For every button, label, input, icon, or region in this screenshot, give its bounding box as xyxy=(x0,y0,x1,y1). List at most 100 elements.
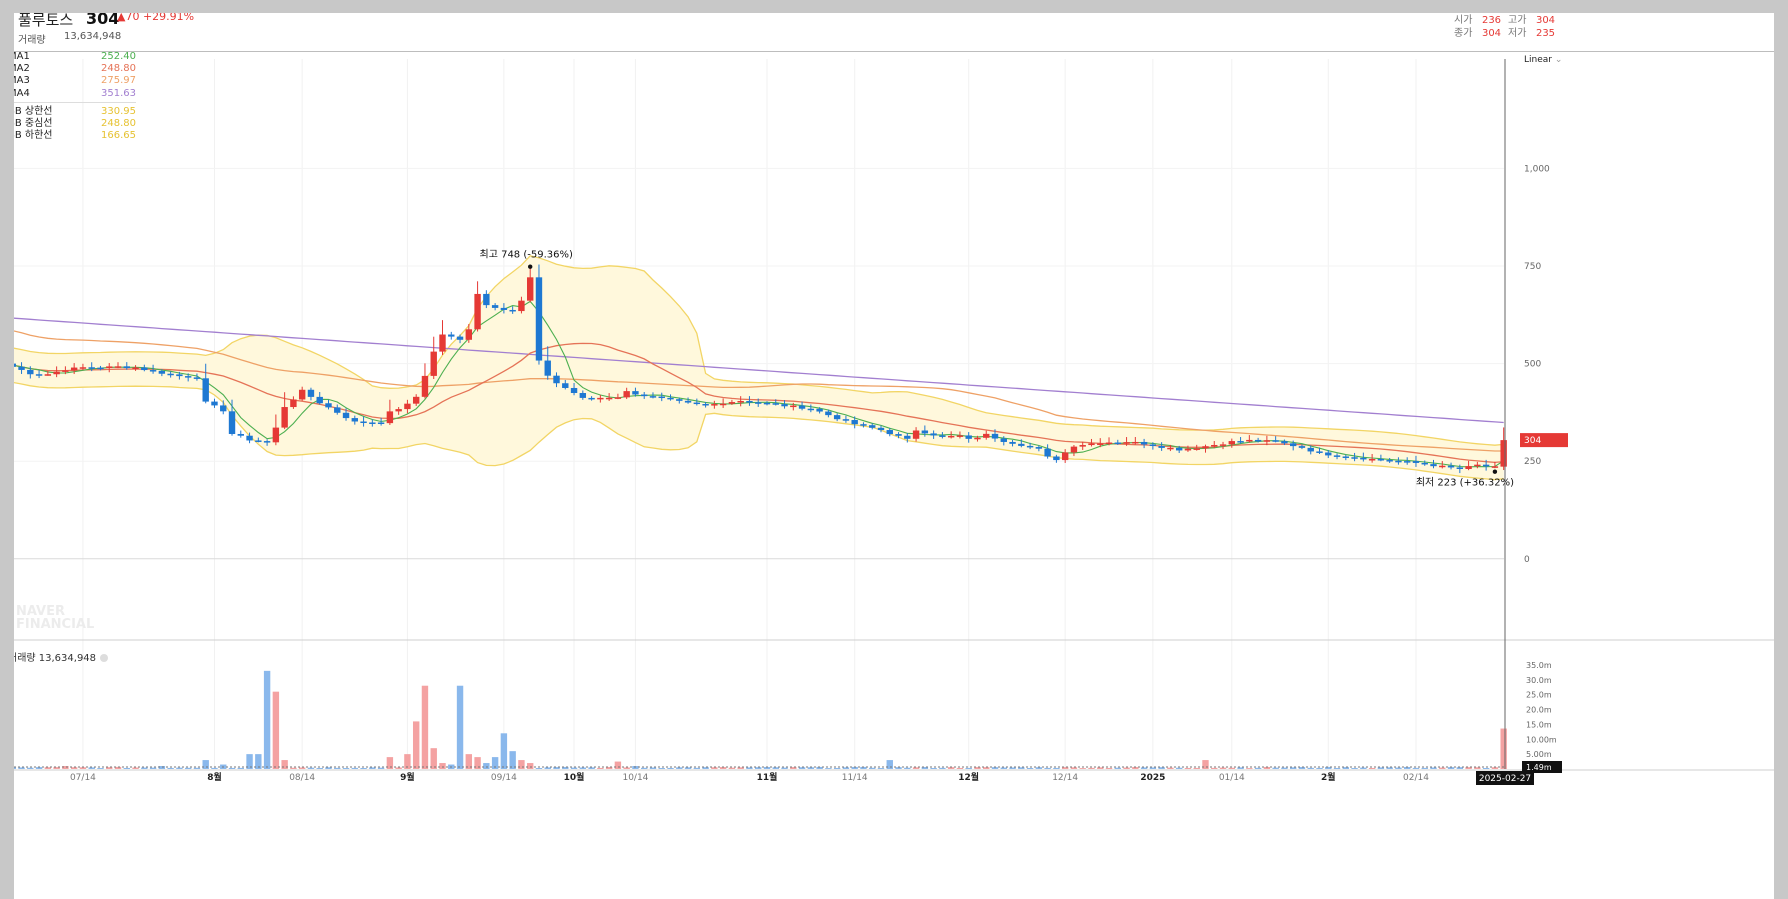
volume-bar xyxy=(693,767,701,769)
volume-bar xyxy=(1272,767,1279,769)
volume-bar xyxy=(141,767,148,769)
candle-body xyxy=(763,402,771,405)
volume-bar xyxy=(711,767,718,769)
scale-toggle-button[interactable]: Linear ⌄ xyxy=(1524,55,1562,65)
volume-tick-label: 5.00m xyxy=(1526,750,1552,759)
legend-ma4: MA4351.63 xyxy=(14,87,136,99)
candle-body xyxy=(991,433,999,439)
price-chart-svg[interactable]: 최고 748 (-59.36%) 최저 223 (+36.32%) 1,000 750… xyxy=(14,13,1774,899)
volume-bar xyxy=(421,685,429,769)
volume-bar xyxy=(184,767,192,769)
candle-body xyxy=(1404,461,1411,463)
candle-body xyxy=(614,397,622,399)
candle-body xyxy=(1026,445,1034,448)
volume-tick-label: 10.00m xyxy=(1526,735,1557,744)
volume-bar xyxy=(1184,767,1192,769)
volume-bar xyxy=(298,767,306,769)
volume-bar xyxy=(316,767,323,769)
candle-body xyxy=(1035,447,1043,449)
candle-body xyxy=(1158,445,1165,448)
volume-bar xyxy=(167,767,174,769)
x-tick-label: 01/14 xyxy=(1219,773,1245,783)
candle-body xyxy=(421,375,429,397)
high-annotation: 최고 748 (-59.36%) xyxy=(480,249,573,261)
volume-bar xyxy=(886,760,893,769)
volume-bar xyxy=(483,763,490,769)
candle-body xyxy=(1184,448,1192,451)
candle-body xyxy=(877,427,885,431)
candle-body xyxy=(114,366,122,368)
volume-bar xyxy=(904,767,911,769)
volume-bar xyxy=(62,766,69,769)
volume-bar xyxy=(1254,767,1262,769)
volume-bar xyxy=(430,748,437,769)
candle-body xyxy=(737,401,744,403)
volume-bar xyxy=(597,767,604,769)
legend-bb-upper: BB 상한선330.95 xyxy=(14,105,136,117)
candle-body xyxy=(491,305,499,308)
candle-body xyxy=(684,400,692,403)
volume-bar xyxy=(1246,768,1253,769)
volume-bar xyxy=(149,767,157,769)
candle-body xyxy=(974,437,981,440)
volume-bar xyxy=(1018,767,1025,769)
low-marker xyxy=(1492,469,1498,474)
candle-body xyxy=(1272,440,1279,442)
candle-body xyxy=(141,367,148,371)
candle-body xyxy=(579,393,587,398)
candle-body xyxy=(377,422,385,424)
price-tick-label: 750 xyxy=(1524,262,1541,272)
candle-body xyxy=(404,403,411,410)
volume-bar xyxy=(1167,767,1174,769)
candle-body xyxy=(851,420,858,425)
volume-bar xyxy=(877,768,885,769)
volume-bar xyxy=(623,767,630,769)
candle-body xyxy=(1175,447,1183,451)
candle-body xyxy=(167,373,174,376)
candle-body xyxy=(527,277,534,301)
candle-body xyxy=(1237,441,1244,443)
volume-bar xyxy=(1377,767,1385,769)
candle-body xyxy=(62,370,69,372)
settings-icon[interactable] xyxy=(100,654,109,662)
candle-body xyxy=(1421,462,1428,465)
candle-body xyxy=(246,435,253,441)
candle-body xyxy=(755,402,762,404)
candle-body xyxy=(649,396,657,398)
volume-bar xyxy=(518,760,525,769)
candle-body xyxy=(1211,444,1218,447)
candle-body xyxy=(1114,442,1121,445)
candle-body xyxy=(1070,446,1078,453)
price-tick-label: 250 xyxy=(1524,457,1541,467)
volume-tick-label: 20.0m xyxy=(1526,706,1552,715)
bollinger-band-fill xyxy=(14,255,1504,480)
candle-body xyxy=(965,435,972,439)
candle-body xyxy=(825,411,832,416)
candle-body xyxy=(1412,461,1420,463)
volume-bar xyxy=(88,767,95,769)
candle-body xyxy=(816,408,823,412)
volume-bar xyxy=(325,767,332,769)
candle-body xyxy=(623,391,630,398)
volume-bar xyxy=(18,767,25,769)
candle-body xyxy=(474,293,481,330)
volume-bar xyxy=(27,767,34,769)
volume-bar xyxy=(123,767,130,769)
volume-bar xyxy=(1105,767,1113,769)
candle-body xyxy=(281,407,288,428)
candle-body xyxy=(605,397,613,400)
volume-bar xyxy=(746,767,753,769)
candle-body xyxy=(1342,456,1350,458)
candle-body xyxy=(597,397,604,400)
x-tick-label: 11월 xyxy=(757,771,778,783)
volume-tick-label: 25.0m xyxy=(1526,691,1552,700)
volume-bar xyxy=(1009,767,1016,769)
volume-bar xyxy=(377,767,385,769)
candle-body xyxy=(1105,442,1113,445)
volume-bar xyxy=(158,766,166,769)
volume-bar xyxy=(1412,767,1420,769)
x-tick-label: 02/14 xyxy=(1403,773,1429,783)
candle-body xyxy=(641,394,648,397)
candle-body xyxy=(500,307,508,310)
volume-bar xyxy=(1228,767,1235,769)
